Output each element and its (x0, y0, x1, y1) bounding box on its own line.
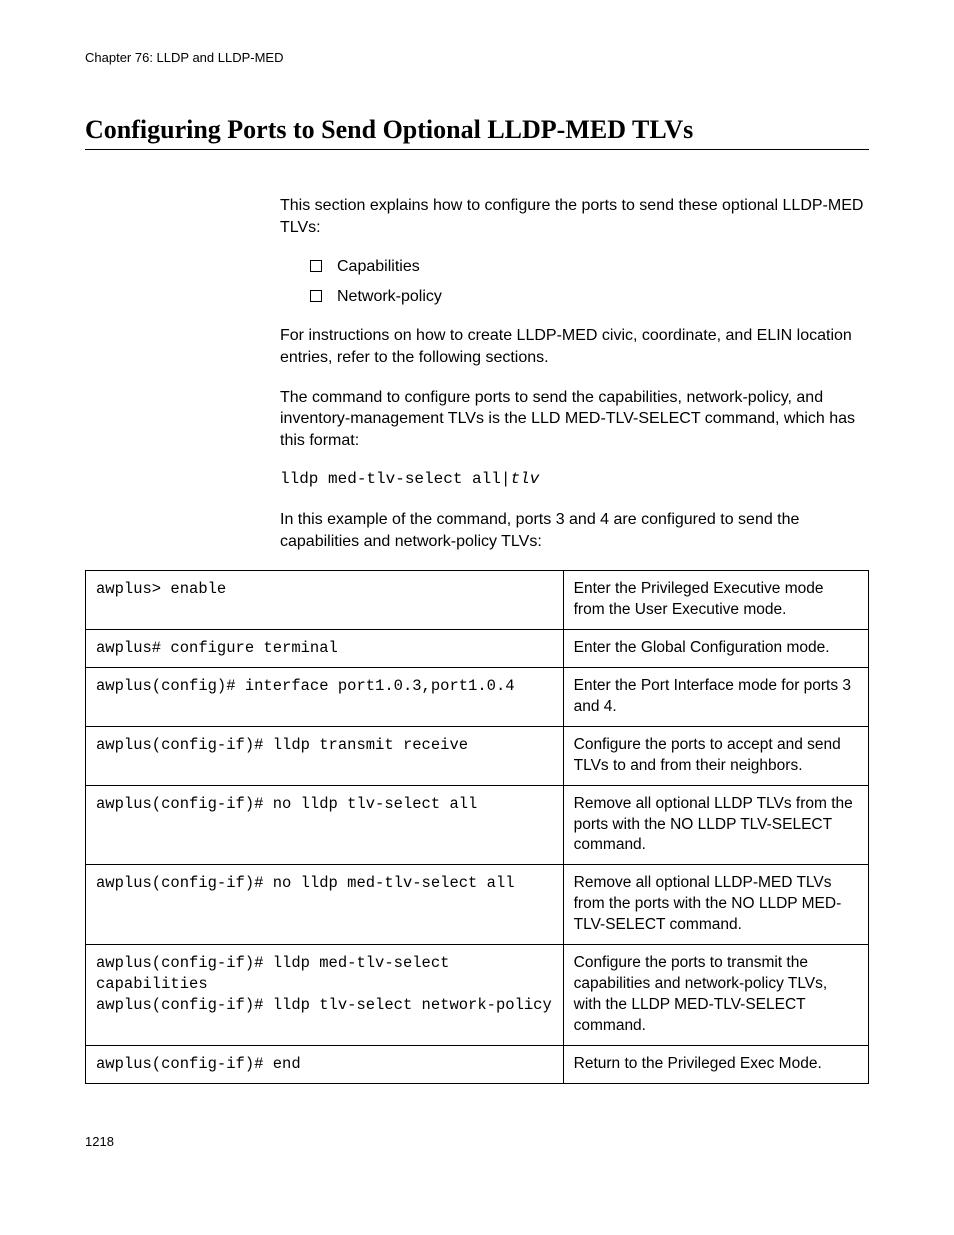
tlv-list: Capabilities Network-policy (280, 256, 869, 307)
description-cell: Enter the Global Configuration mode. (563, 629, 868, 667)
command-cell: awplus(config-if)# no lldp med-tlv-selec… (86, 865, 564, 945)
list-item: Capabilities (280, 256, 869, 278)
description-cell: Remove all optional LLDP-MED TLVs from t… (563, 865, 868, 945)
command-cell: awplus(config-if)# lldp transmit receive (86, 726, 564, 785)
paragraph: For instructions on how to create LLDP-M… (280, 325, 869, 368)
paragraph: In this example of the command, ports 3 … (280, 509, 869, 552)
table-row: awplus(config-if)# no lldp tlv-select al… (86, 785, 869, 865)
command-cell: awplus> enable (86, 571, 564, 630)
chapter-header: Chapter 76: LLDP and LLDP-MED (85, 50, 869, 65)
command-cell: awplus# configure terminal (86, 629, 564, 667)
description-cell: Configure the ports to transmit the capa… (563, 945, 868, 1046)
description-cell: Enter the Privileged Executive mode from… (563, 571, 868, 630)
description-cell: Remove all optional LLDP TLVs from the p… (563, 785, 868, 865)
table-row: awplus> enable Enter the Privileged Exec… (86, 571, 869, 630)
command-cell: awplus(config-if)# end (86, 1045, 564, 1083)
command-syntax-prefix: lldp med-tlv-select all| (280, 470, 510, 488)
page-number: 1218 (85, 1134, 869, 1149)
list-item: Network-policy (280, 286, 869, 308)
bullet-icon (310, 260, 322, 272)
table-row: awplus(config-if)# end Return to the Pri… (86, 1045, 869, 1083)
list-item-label: Network-policy (337, 286, 442, 308)
command-cell: awplus(config)# interface port1.0.3,port… (86, 667, 564, 726)
description-cell: Return to the Privileged Exec Mode. (563, 1045, 868, 1083)
table-row: awplus(config)# interface port1.0.3,port… (86, 667, 869, 726)
table-row: awplus(config-if)# no lldp med-tlv-selec… (86, 865, 869, 945)
table-row: awplus# configure terminal Enter the Glo… (86, 629, 869, 667)
bullet-icon (310, 290, 322, 302)
command-syntax: lldp med-tlv-select all|tlv (280, 469, 869, 491)
command-cell: awplus(config-if)# lldp med-tlv-select c… (86, 945, 564, 1046)
command-cell: awplus(config-if)# no lldp tlv-select al… (86, 785, 564, 865)
description-cell: Configure the ports to accept and send T… (563, 726, 868, 785)
paragraph: The command to configure ports to send t… (280, 387, 869, 452)
command-table: awplus> enable Enter the Privileged Exec… (85, 570, 869, 1084)
description-cell: Enter the Port Interface mode for ports … (563, 667, 868, 726)
table-row: awplus(config-if)# lldp transmit receive… (86, 726, 869, 785)
command-syntax-variable: tlv (510, 470, 539, 488)
section-title: Configuring Ports to Send Optional LLDP-… (85, 115, 869, 150)
table-row: awplus(config-if)# lldp med-tlv-select c… (86, 945, 869, 1046)
intro-paragraph: This section explains how to configure t… (280, 195, 869, 238)
list-item-label: Capabilities (337, 256, 420, 278)
